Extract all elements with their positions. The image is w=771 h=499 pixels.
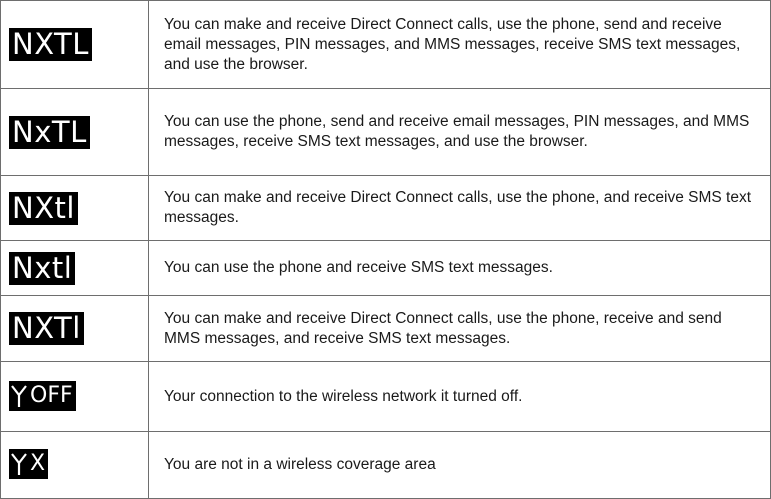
table-row: NXTL You can make and receive Direct Con… (0, 0, 771, 89)
table-row: NxTL You can use the phone, send and rec… (0, 88, 771, 176)
table-row: NXTl You can make and receive Direct Con… (0, 295, 771, 362)
row-description: You can use the phone, send and receive … (148, 88, 771, 176)
icon-cell: X (0, 431, 149, 499)
antenna-off-icon: OFF (9, 380, 76, 411)
row-description: You are not in a wireless coverage area (148, 431, 771, 499)
nxtl-dc-status-icon: NXtl (9, 191, 78, 225)
table-row: NXtl You can make and receive Direct Con… (0, 175, 771, 241)
nxtl-mixed-status-icon: NxTL (9, 115, 90, 149)
row-description: Your connection to the wireless network … (148, 361, 771, 432)
icon-cell: NXTl (0, 295, 149, 362)
table-row: OFF Your connection to the wireless netw… (0, 361, 771, 432)
antenna-icon (11, 453, 27, 475)
antenna-icon (11, 384, 27, 407)
nxtl-mms-status-icon: NXTl (9, 312, 84, 345)
icon-cell: OFF (0, 361, 149, 432)
nxtl-status-icon: NXTL (9, 28, 92, 61)
network-indicator-table: NXTL You can make and receive Direct Con… (0, 0, 771, 499)
icon-cell: NxTL (0, 88, 149, 176)
icon-cell: NXTL (0, 0, 149, 89)
icon-cell: Nxtl (0, 240, 149, 296)
row-description: You can make and receive Direct Connect … (148, 0, 771, 89)
table-row: X You are not in a wireless coverage are… (0, 431, 771, 499)
antenna-no-coverage-icon: X (9, 449, 49, 479)
antenna-x-label: X (30, 451, 46, 476)
row-description: You can make and receive Direct Connect … (148, 175, 771, 241)
icon-cell: NXtl (0, 175, 149, 241)
antenna-off-label: OFF (30, 382, 73, 408)
row-description: You can make and receive Direct Connect … (148, 295, 771, 362)
row-description: You can use the phone and receive SMS te… (148, 240, 771, 296)
table-row: Nxtl You can use the phone and receive S… (0, 240, 771, 296)
nxtl-phone-status-icon: Nxtl (9, 251, 76, 285)
